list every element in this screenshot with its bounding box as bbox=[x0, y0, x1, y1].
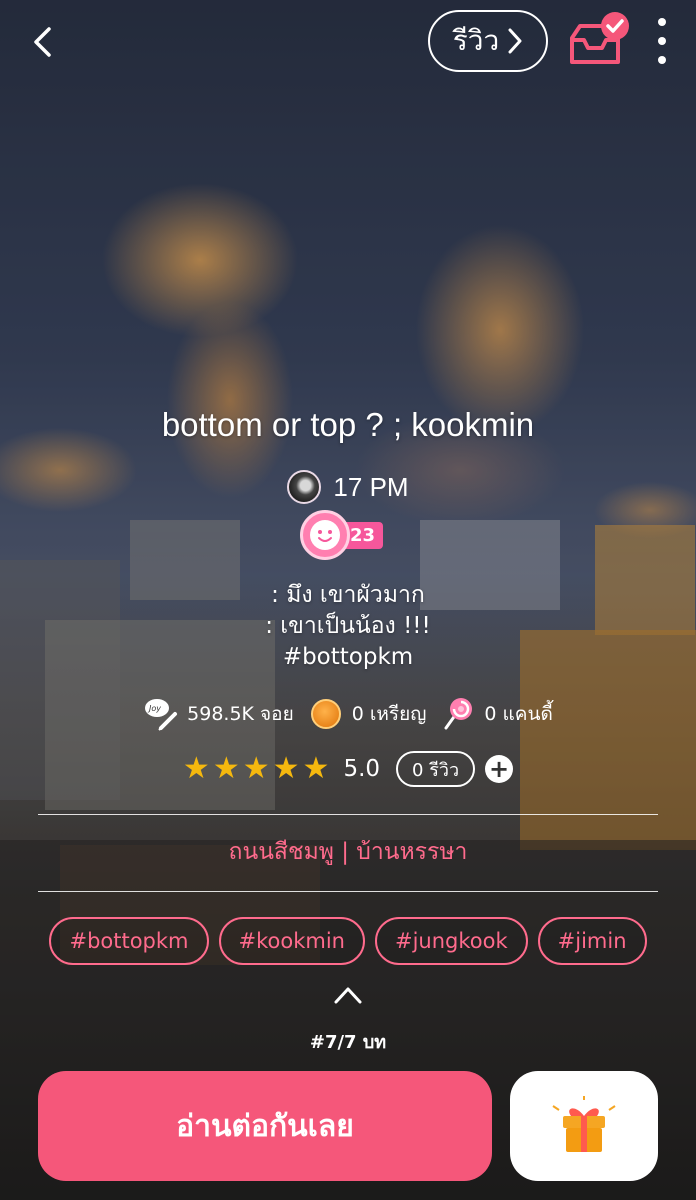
more-vertical-icon bbox=[658, 18, 666, 26]
star-icon: ★ bbox=[272, 751, 300, 786]
star-icon: ★ bbox=[302, 751, 330, 786]
views-stat: Joy 598.5K จอย bbox=[143, 696, 294, 732]
plus-icon: + bbox=[489, 755, 510, 783]
review-count-label: 0 รีวิว bbox=[412, 759, 460, 781]
tag-list: #bottopkm #kookmin #jungkook #jimin bbox=[0, 917, 696, 965]
tag-chip[interactable]: #jimin bbox=[537, 917, 647, 965]
coin-icon bbox=[308, 696, 344, 732]
coins-stat: 0 เหรียญ bbox=[308, 696, 427, 732]
divider bbox=[38, 891, 658, 892]
top-bar: รีวิว bbox=[0, 0, 696, 84]
back-button[interactable] bbox=[22, 22, 62, 62]
star-rating: ★ ★ ★ ★ ★ bbox=[183, 754, 330, 784]
inbox-check-icon bbox=[570, 12, 629, 64]
story-category[interactable]: ถนนสีชมพู | บ้านหรรษา bbox=[0, 834, 696, 870]
gift-button[interactable] bbox=[510, 1071, 658, 1181]
continue-reading-button[interactable]: อ่านต่อกันเลย bbox=[38, 1071, 492, 1181]
star-icon: ★ bbox=[182, 751, 210, 786]
chevron-left-icon bbox=[34, 27, 51, 57]
rating-value: 5.0 bbox=[343, 756, 381, 782]
tag-chip[interactable]: #bottopkm bbox=[49, 917, 209, 965]
add-to-shelf-button[interactable] bbox=[566, 10, 634, 68]
candy-stat: 0 แคนดี้ bbox=[440, 696, 553, 732]
chevron-up-icon bbox=[334, 987, 362, 1004]
gift-icon bbox=[552, 1096, 616, 1152]
story-title: bottom or top ? ; kookmin bbox=[161, 406, 535, 443]
candy-count: 0 แคนดี้ bbox=[484, 703, 553, 725]
author-level-badge: 23 bbox=[300, 510, 388, 560]
description-line: #bottopkm bbox=[282, 644, 414, 670]
tag-chip[interactable]: #kookmin bbox=[218, 917, 365, 965]
author-avatar[interactable] bbox=[287, 470, 322, 504]
review-button[interactable]: รีวิว bbox=[428, 10, 548, 72]
description-line: : มึง เขาผัวมาก bbox=[271, 582, 425, 608]
expand-up-button[interactable] bbox=[333, 984, 363, 1006]
views-count: 598.5K จอย bbox=[187, 703, 294, 725]
author-row[interactable]: 17 PM bbox=[0, 468, 696, 506]
story-stats: Joy 598.5K จอย 0 เหรียญ 0 แคนดี้ bbox=[0, 694, 696, 734]
rating-row: ★ ★ ★ ★ ★ 5.0 0 รีวิว + bbox=[0, 750, 696, 788]
tag-chip[interactable]: #jungkook bbox=[374, 917, 528, 965]
joy-pen-icon: Joy bbox=[143, 696, 179, 732]
svg-text:Joy: Joy bbox=[147, 704, 161, 713]
review-count-button[interactable]: 0 รีวิว bbox=[396, 751, 476, 787]
more-options-button[interactable] bbox=[648, 18, 676, 64]
star-icon: ★ bbox=[242, 751, 270, 786]
add-review-button[interactable]: + bbox=[485, 755, 514, 783]
author-name[interactable]: 17 PM bbox=[333, 472, 408, 503]
chapter-count: #7/7 บท bbox=[309, 1032, 387, 1053]
story-description: : มึง เขาผัวมาก : เขาเป็นน้อง !!! #botto… bbox=[0, 580, 696, 673]
smiley-face-icon bbox=[300, 510, 350, 560]
description-line: : เขาเป็นน้อง !!! bbox=[265, 613, 431, 639]
coins-count: 0 เหรียญ bbox=[351, 703, 427, 725]
chevron-right-icon bbox=[508, 28, 522, 54]
lollipop-icon bbox=[440, 696, 476, 732]
continue-reading-label: อ่านต่อกันเลย bbox=[176, 1108, 354, 1144]
star-icon: ★ bbox=[212, 751, 240, 786]
divider bbox=[38, 814, 658, 815]
review-button-label: รีวิว bbox=[452, 24, 500, 57]
